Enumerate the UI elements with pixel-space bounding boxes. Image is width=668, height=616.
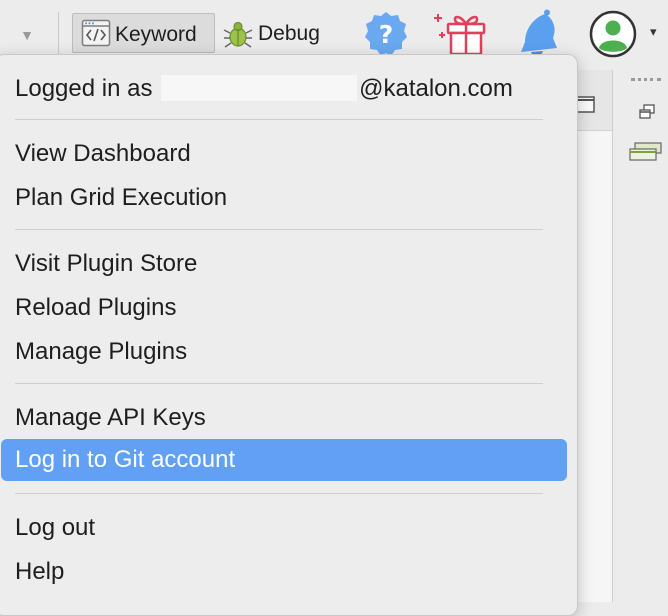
right-side-strip bbox=[613, 70, 668, 602]
keyword-button[interactable]: Keyword bbox=[72, 13, 215, 53]
menu-item-reload-plugins[interactable]: Reload Plugins bbox=[1, 291, 567, 325]
menu-item-log-out[interactable]: Log out bbox=[1, 511, 567, 545]
logged-in-domain: @katalon.com bbox=[359, 75, 513, 102]
logged-in-as-label: Logged in as @katalon.com bbox=[1, 72, 567, 106]
menu-item-manage-api-keys[interactable]: Manage API Keys bbox=[1, 401, 567, 435]
menu-item-visit-plugin-store[interactable]: Visit Plugin Store bbox=[1, 247, 567, 281]
menu-separator bbox=[15, 119, 543, 120]
debug-button[interactable]: Debug bbox=[220, 13, 340, 53]
code-window-icon bbox=[81, 18, 111, 53]
menu-separator bbox=[15, 383, 543, 384]
keyword-button-label: Keyword bbox=[115, 23, 197, 46]
menu-item-plan-grid-execution[interactable]: Plan Grid Execution bbox=[1, 181, 567, 215]
run-dropdown-arrow[interactable]: ▼ bbox=[12, 22, 42, 48]
redacted-email-username bbox=[161, 74, 358, 101]
menu-separator bbox=[15, 229, 543, 230]
panel-layout-icon[interactable] bbox=[629, 142, 663, 167]
logged-in-prefix: Logged in as bbox=[15, 75, 153, 102]
user-avatar-icon[interactable] bbox=[588, 10, 640, 67]
menu-item-log-in-to-git-account[interactable]: Log in to Git account bbox=[1, 439, 567, 481]
help-badge-glyph: ? bbox=[379, 20, 394, 49]
bug-icon bbox=[222, 19, 254, 54]
restore-icon[interactable] bbox=[639, 104, 655, 125]
menu-item-manage-plugins[interactable]: Manage Plugins bbox=[1, 335, 567, 369]
account-dropdown-menu: Logged in as @katalon.com View Dashboard… bbox=[0, 54, 578, 616]
account-menu-caret[interactable]: ▾ bbox=[650, 24, 657, 40]
debug-button-label: Debug bbox=[258, 22, 320, 45]
menu-separator bbox=[15, 493, 543, 494]
menu-item-view-dashboard[interactable]: View Dashboard bbox=[1, 137, 567, 171]
drag-handle[interactable] bbox=[631, 78, 661, 84]
maximize-icon[interactable] bbox=[575, 96, 595, 119]
toolbar-separator bbox=[58, 12, 59, 56]
menu-item-help[interactable]: Help bbox=[1, 555, 567, 589]
